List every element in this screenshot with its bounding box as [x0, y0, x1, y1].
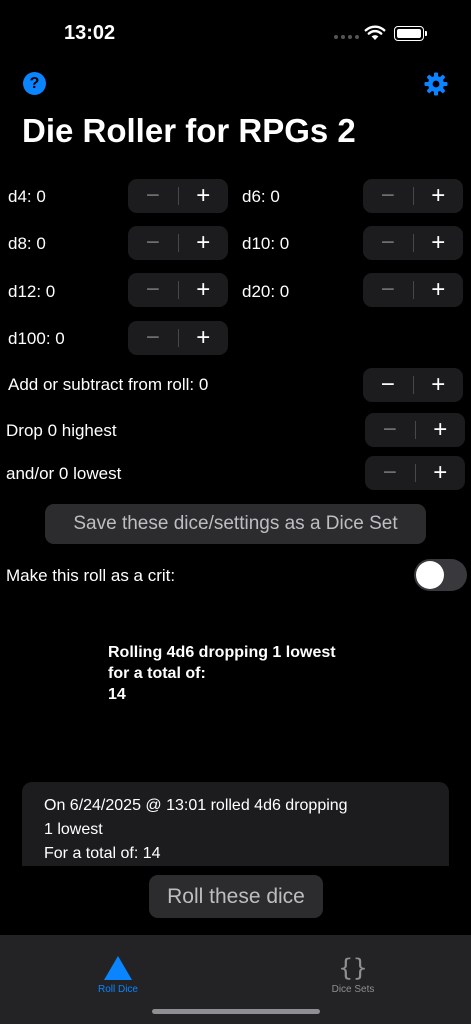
roll-result-text: Rolling 4d6 dropping 1 lowest for a tota… [108, 644, 336, 703]
d4-label: d4: 0 [8, 187, 46, 206]
d4-stepper: − + [128, 179, 228, 213]
history-line-1: On 6/24/2025 @ 13:01 rolled 4d6 dropping [44, 797, 348, 814]
gear-icon[interactable] [424, 72, 448, 96]
d10-label: d10: 0 [242, 234, 290, 253]
d20-decrement-button[interactable]: − [363, 273, 413, 307]
tab-label-roll-dice: Roll Dice [97, 984, 138, 995]
home-indicator [152, 1009, 320, 1014]
d12-decrement-button[interactable]: − [128, 273, 178, 307]
roll-history-panel: On 6/24/2025 @ 13:01 rolled 4d6 dropping… [22, 782, 449, 866]
d100-increment-button[interactable]: + [179, 321, 229, 355]
d100-decrement-button[interactable]: − [128, 321, 178, 355]
page-title: Die Roller for RPGs 2 [22, 112, 356, 149]
d12-increment-button[interactable]: + [179, 273, 229, 307]
d12-label: d12: 0 [8, 282, 56, 301]
history-line-2: 1 lowest [44, 821, 103, 838]
triangle-icon [104, 956, 132, 980]
d6-decrement-button[interactable]: − [363, 179, 413, 213]
d4-increment-button[interactable]: + [179, 179, 229, 213]
braces-icon: {} [338, 954, 368, 982]
history-line-3: For a total of: 14 [44, 845, 161, 862]
d6-label: d6: 0 [242, 187, 280, 206]
d100-label: d100: 0 [8, 329, 65, 348]
d100-stepper: − + [128, 321, 228, 355]
drop-lowest-increment-button[interactable]: + [416, 456, 466, 490]
save-dice-set-button[interactable]: Save these dice/settings as a Dice Set [45, 504, 426, 544]
help-icon[interactable]: ? [23, 72, 46, 95]
d6-increment-button[interactable]: + [414, 179, 464, 213]
d12-stepper: − + [128, 273, 228, 307]
drop-lowest-label: and/or 0 lowest [6, 464, 122, 483]
d10-decrement-button[interactable]: − [363, 226, 413, 260]
drop-highest-increment-button[interactable]: + [416, 413, 466, 447]
drop-lowest-decrement-button[interactable]: − [365, 456, 415, 490]
d10-stepper: − + [363, 226, 463, 260]
d4-decrement-button[interactable]: − [128, 179, 178, 213]
d8-decrement-button[interactable]: − [128, 226, 178, 260]
d8-label: d8: 0 [8, 234, 46, 253]
drop-highest-decrement-button[interactable]: − [365, 413, 415, 447]
wifi-icon [364, 25, 386, 40]
d20-increment-button[interactable]: + [414, 273, 464, 307]
status-time: 13:02 [64, 22, 116, 44]
crit-toggle[interactable] [414, 559, 467, 591]
d8-stepper: − + [128, 226, 228, 260]
drop-highest-stepper: − + [365, 413, 465, 447]
modifier-decrement-button[interactable]: − [363, 368, 413, 402]
d20-stepper: − + [363, 273, 463, 307]
drop-lowest-stepper: − + [365, 456, 465, 490]
modifier-stepper: − + [363, 368, 463, 402]
d8-increment-button[interactable]: + [179, 226, 229, 260]
d10-increment-button[interactable]: + [414, 226, 464, 260]
modifier-label: Add or subtract from roll: 0 [8, 375, 209, 394]
toggle-knob [416, 561, 444, 589]
d20-label: d20: 0 [242, 282, 290, 301]
roll-dice-button[interactable]: Roll these dice [149, 875, 323, 918]
cellular-signal-icon [334, 35, 359, 39]
tab-roll-dice[interactable]: Roll Dice [0, 935, 236, 995]
crit-label: Make this roll as a crit: [6, 566, 176, 585]
tab-label-dice-sets: Dice Sets [331, 984, 375, 995]
modifier-increment-button[interactable]: + [414, 368, 464, 402]
tab-dice-sets[interactable]: {} Dice Sets [235, 935, 471, 995]
drop-highest-label: Drop 0 highest [6, 421, 117, 440]
d6-stepper: − + [363, 179, 463, 213]
battery-icon [394, 26, 427, 41]
